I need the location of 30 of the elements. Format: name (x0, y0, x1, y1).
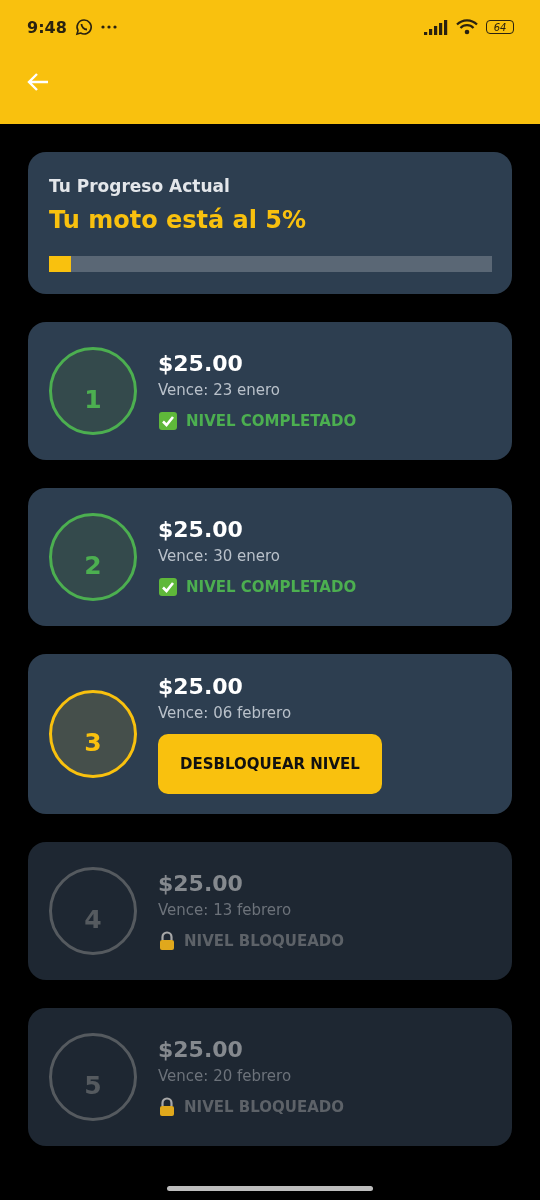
progress-headline: Tu moto está al 5% (49, 206, 308, 234)
check-icon (158, 577, 178, 597)
lock-icon (158, 1097, 176, 1117)
amount: $25.00 (158, 517, 243, 542)
battery-level: 64 (486, 20, 514, 34)
signal-icon (424, 19, 448, 35)
level-status: NIVEL BLOQUEADO (184, 932, 344, 950)
unlock-button[interactable]: DESBLOQUEAR NIVEL (158, 734, 382, 794)
chat-icon (74, 18, 93, 36)
level-status: NIVEL COMPLETADO (186, 412, 357, 430)
level-number: 3 (84, 728, 102, 757)
lock-icon (158, 931, 176, 951)
due-date: Vence: 20 febrero (158, 1067, 292, 1085)
level-status: NIVEL BLOQUEADO (184, 1098, 344, 1116)
progress-label: Tu Progreso Actual (49, 176, 231, 196)
amount: $25.00 (158, 871, 243, 896)
amount: $25.00 (158, 1037, 243, 1062)
due-date: Vence: 13 febrero (158, 901, 292, 919)
amount: $25.00 (158, 674, 243, 699)
check-icon (158, 411, 178, 431)
level-number: 1 (84, 385, 102, 414)
amount: $25.00 (158, 351, 243, 376)
wifi-icon (456, 19, 478, 35)
level-status: NIVEL COMPLETADO (186, 578, 357, 596)
due-date: Vence: 06 febrero (158, 704, 292, 722)
due-date: Vence: 30 enero (158, 547, 280, 565)
level-number: 2 (84, 551, 102, 580)
due-date: Vence: 23 enero (158, 381, 280, 399)
status-time: 9:48 (27, 17, 67, 37)
more-icon (100, 25, 117, 29)
